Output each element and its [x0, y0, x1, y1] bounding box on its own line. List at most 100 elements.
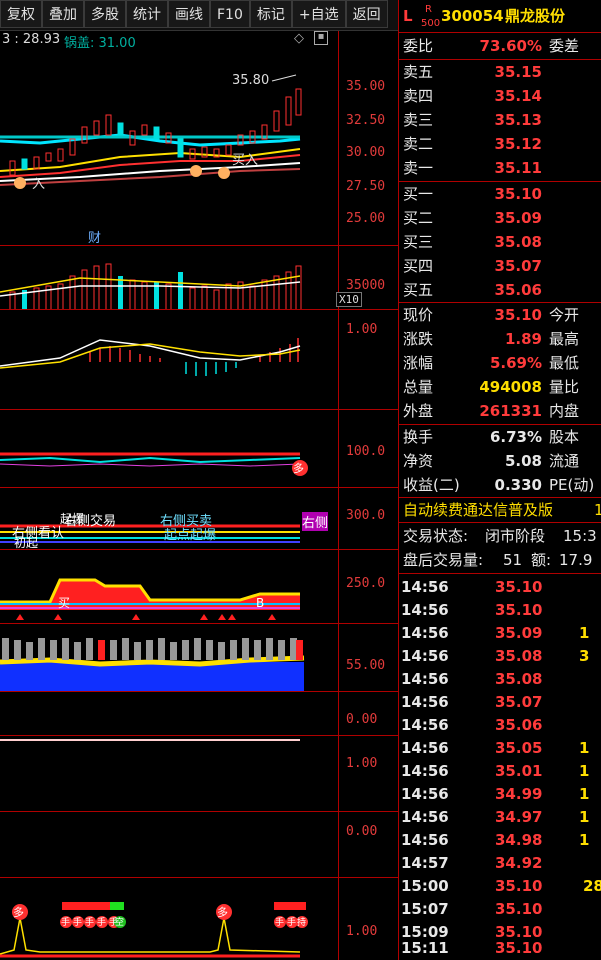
tick-time: 15:07 [401, 900, 449, 918]
axis-label: 30.00 [346, 145, 386, 160]
bid-row[interactable]: 买三 35.08 [399, 230, 601, 254]
stat-row: 现价 35.10 今开 [399, 303, 601, 327]
volume-scale-label: X10 [336, 292, 362, 307]
indicator-panel-9[interactable]: 1.00 [0, 736, 398, 812]
tick-time: 14:56 [401, 624, 449, 642]
tick-time: 14:56 [401, 739, 449, 757]
axis-label: 1.00 [346, 924, 378, 939]
multi-stock-button[interactable]: 多股 [84, 0, 126, 28]
mark-button[interactable]: 标记 [249, 0, 292, 28]
tick-price: 34.97 [495, 808, 543, 826]
ask-row[interactable]: 卖三 35.13 [399, 108, 601, 132]
axis-divider [338, 31, 339, 245]
tick-price: 35.08 [495, 647, 543, 665]
ask-label: 卖一 [403, 159, 434, 177]
axis-label: 100.0 [346, 444, 386, 459]
axis-divider [338, 310, 339, 409]
finance-marker[interactable]: 财 [88, 227, 101, 245]
ask-row[interactable]: 卖一 35.11 [399, 156, 601, 180]
tick-price: 35.07 [495, 693, 543, 711]
volume-svg [0, 263, 302, 309]
stat-label: 流通 [549, 452, 580, 470]
indicator-panel-6[interactable]: 买 B 250.0 [0, 550, 398, 624]
tick-volume: 1 [579, 831, 590, 849]
buy-in-label: 买入 [232, 153, 259, 168]
bid-row[interactable]: 买四 35.07 [399, 254, 601, 278]
bull-badge: 多 [217, 906, 228, 919]
bid-price: 35.10 [494, 185, 542, 203]
axis-divider [338, 410, 339, 487]
axis-label: 55.00 [346, 658, 386, 673]
overlay-button[interactable]: 叠加 [42, 0, 84, 28]
stat-label: 净资 [403, 452, 434, 470]
axis-divider [338, 878, 339, 960]
macd-panel[interactable]: 1.00 [0, 310, 398, 410]
ask-label: 卖四 [403, 87, 434, 105]
stat-label: 现价 [403, 306, 434, 324]
toolbar: 复权 叠加 多股 统计 画线 F10 标记 +自选 返回 [0, 0, 398, 31]
stat-label: PE(动) [549, 476, 595, 494]
stat-label: 量比 [549, 378, 580, 396]
f10-button[interactable]: F10 [210, 0, 250, 28]
tick-price: 35.09 [495, 624, 543, 642]
restore-rights-button[interactable]: 复权 [0, 0, 42, 28]
axis-label: 1.00 [346, 322, 378, 337]
promo-banner[interactable]: 自动续费通达信普及版 1 [399, 498, 601, 522]
stat-label: 股本 [549, 428, 580, 446]
promo-text[interactable]: 自动续费通达信普及版 [403, 498, 553, 522]
statistics-button[interactable]: 统计 [126, 0, 168, 28]
indicator-panel-5[interactable]: 右侧看认 右侧交易 右侧买卖 起点起爆 起爆 右侧 初起 300.0 [0, 488, 398, 550]
tick-time: 14:56 [401, 647, 449, 665]
tick-row: 14:56 35.10 [399, 598, 601, 622]
volume-panel[interactable]: 35000 X10 [0, 246, 398, 310]
stat-label: 总量 [403, 378, 434, 396]
add-favorite-button[interactable]: +自选 [291, 0, 346, 28]
hand-marker: 手 [85, 918, 95, 928]
stat-row: 换手 6.73% 股本 [399, 425, 601, 449]
bid-row[interactable]: 买五 35.06 [399, 278, 601, 302]
stat-row: 外盘 261331 内盘 [399, 399, 601, 423]
axis-label: 25.00 [346, 211, 386, 226]
tick-price: 35.06 [495, 716, 543, 734]
ask-row[interactable]: 卖二 35.12 [399, 132, 601, 156]
tick-price: 34.92 [495, 854, 543, 872]
promo-tail: 1 [594, 501, 601, 519]
bid-price: 35.07 [494, 257, 542, 275]
stat-row: 净资 5.08 流通 [399, 449, 601, 473]
bid-row[interactable]: 买二 35.09 [399, 206, 601, 230]
tick-row: 14:56 35.08 3 [399, 644, 601, 668]
stat-label: 内盘 [549, 402, 580, 420]
kline-panel[interactable]: 3 : 28.93 锅盖: 31.00 ◇ ▪ 35.80 买入 入 财 35.… [0, 31, 398, 246]
stat-label: 涨幅 [403, 354, 434, 372]
ask-price: 35.15 [494, 63, 542, 81]
indicator-panel-7[interactable]: 55.00 [0, 624, 398, 692]
tick-time: 14:56 [401, 831, 449, 849]
signal-label: 起爆 [60, 512, 85, 526]
ask-row[interactable]: 卖五 35.15 [399, 60, 601, 84]
indicator-panel-4[interactable]: 多 100.0 [0, 410, 398, 488]
divider [399, 573, 601, 574]
trade-state-row: 交易状态: 闭市阶段 15:3 [399, 524, 601, 548]
bid-row[interactable]: 买一 35.10 [399, 182, 601, 206]
tick-price: 35.10 [495, 601, 543, 619]
indicator-panel-11[interactable]: 多 多 手 手 手 手 手 空 手 手 持 1.00 [0, 878, 398, 960]
trade-state-label: 交易状态: [403, 527, 469, 545]
axis-divider [338, 736, 339, 811]
indicator-panel-8[interactable]: 0.00 [0, 692, 398, 736]
ask-row[interactable]: 卖四 35.14 [399, 84, 601, 108]
tick-time: 14:56 [401, 693, 449, 711]
tick-row: 14:57 34.92 [399, 851, 601, 875]
tick-price: 34.98 [495, 831, 543, 849]
stat-row: 涨幅 5.69% 最低 [399, 351, 601, 375]
tick-price: 35.10 [495, 578, 543, 596]
market-tag: L [403, 7, 413, 25]
draw-line-button[interactable]: 画线 [168, 0, 210, 28]
back-button[interactable]: 返回 [345, 0, 388, 28]
tick-row: 15:11 35.10 [399, 936, 601, 960]
empty-marker: 空 [115, 918, 125, 928]
chart-area[interactable]: 3 : 28.93 锅盖: 31.00 ◇ ▪ 35.80 买入 入 财 35.… [0, 31, 398, 960]
tick-row: 14:56 34.99 1 [399, 782, 601, 806]
stat-value: 1.89 [504, 330, 542, 348]
ask-label: 卖三 [403, 111, 434, 129]
indicator-panel-10[interactable]: 0.00 [0, 812, 398, 878]
